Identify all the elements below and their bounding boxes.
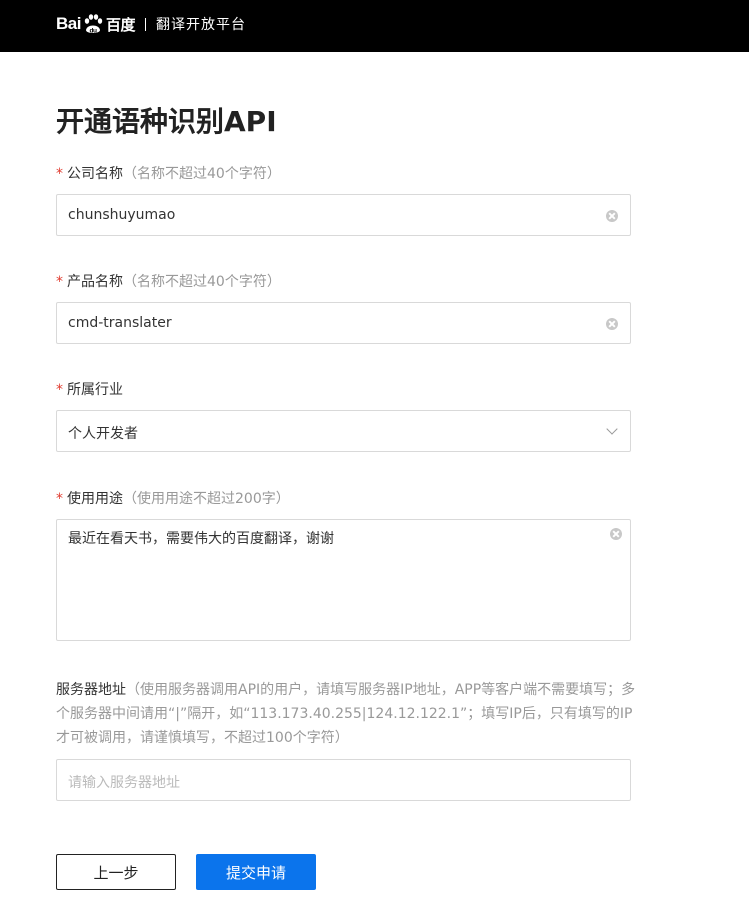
industry-value: 个人开发者 [68, 426, 138, 442]
required-mark: * [56, 166, 63, 182]
chevron-down-icon[interactable] [606, 423, 618, 435]
submit-application-button[interactable]: 提交申请 [196, 854, 316, 890]
product-name-label: * 产品名称（名称不超过40个字符） [56, 271, 281, 291]
company-name-value: chunshuyumao [68, 207, 176, 223]
required-mark: * [56, 382, 63, 398]
required-mark: * [56, 491, 63, 507]
required-mark: * [56, 274, 63, 290]
industry-label-text: 所属行业 [67, 382, 123, 398]
server-address-label: 服务器地址（使用服务器调用API的用户，请填写服务器IP地址，APP等客户端不需… [56, 678, 636, 750]
brand-divider [144, 17, 146, 31]
logo-du-glyph: du [89, 28, 96, 35]
top-bar: Bai du 百度 翻译开放平台 [0, 0, 749, 52]
usage-textarea[interactable]: 最近在看天书，需要伟大的百度翻译，谢谢 [56, 519, 631, 641]
industry-select[interactable]: 个人开发者 [56, 410, 631, 452]
server-address-input[interactable]: 请输入服务器地址 [56, 759, 631, 801]
usage-label-text: 使用用途 [67, 491, 123, 507]
industry-label: * 所属行业 [56, 379, 123, 399]
product-name-input[interactable]: cmd-translater [56, 302, 631, 344]
brand[interactable]: Bai du 百度 翻译开放平台 [56, 6, 246, 42]
usage-hint: （使用用途不超过200字） [123, 491, 290, 507]
product-title[interactable]: 翻译开放平台 [156, 14, 246, 34]
server-address-placeholder: 请输入服务器地址 [68, 775, 180, 791]
company-name-input[interactable]: chunshuyumao [56, 194, 631, 236]
server-address-hint: （使用服务器调用API的用户，请填写服务器IP地址，APP等客户端不需要填写；多… [56, 682, 636, 746]
logo-suffix: 百度 [105, 15, 136, 34]
product-name-value: cmd-translater [68, 315, 172, 331]
paw-logo-icon: du [84, 14, 103, 35]
clear-icon[interactable] [606, 318, 618, 330]
company-name-label-text: 公司名称 [67, 166, 123, 182]
server-address-label-text: 服务器地址 [56, 682, 126, 698]
logo-prefix: Bai [56, 14, 81, 33]
usage-value: 最近在看天书，需要伟大的百度翻译，谢谢 [68, 531, 334, 547]
usage-label: * 使用用途（使用用途不超过200字） [56, 488, 290, 508]
clear-icon[interactable] [606, 210, 618, 222]
product-name-hint: （名称不超过40个字符） [123, 274, 281, 290]
product-name-label-text: 产品名称 [67, 274, 123, 290]
company-name-label: * 公司名称（名称不超过40个字符） [56, 163, 281, 183]
baidu-logo[interactable]: Bai du 百度 [56, 13, 135, 35]
company-name-hint: （名称不超过40个字符） [123, 166, 281, 182]
clear-icon[interactable] [610, 528, 622, 540]
previous-step-button[interactable]: 上一步 [56, 854, 176, 890]
page-title: 开通语种识别API [56, 105, 277, 138]
